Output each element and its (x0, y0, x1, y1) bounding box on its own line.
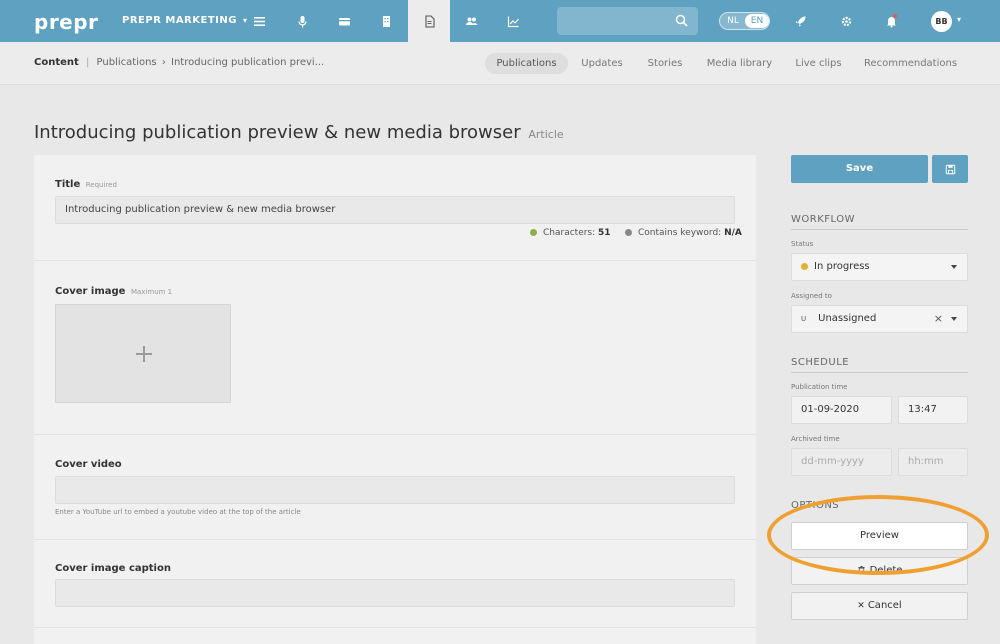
lang-nl-option[interactable]: NL (721, 15, 745, 27)
cancel-label: Cancel (867, 600, 902, 611)
preview-button[interactable]: Preview (791, 522, 968, 550)
archived-time-input[interactable]: hh:mm (898, 448, 968, 476)
close-icon: ✕ (857, 601, 865, 611)
nav-microphone-icon[interactable] (281, 0, 323, 42)
nav-document-icon[interactable] (408, 0, 450, 42)
publication-date-input[interactable]: 01-09-2020 (791, 396, 892, 424)
content-type-label: Article (528, 128, 564, 141)
assignee-value: Unassigned (818, 313, 877, 324)
archived-date-input[interactable]: dd-mm-yyyy (791, 448, 892, 476)
tab-updates[interactable]: Updates (576, 53, 628, 74)
clear-icon[interactable]: × (934, 306, 943, 332)
status-dot (801, 263, 808, 270)
keyword-status-dot (625, 229, 632, 236)
characters-value: 51 (598, 228, 611, 238)
characters-label: Characters: (543, 228, 596, 238)
breadcrumb-current: Introducing publication previ... (171, 57, 325, 68)
characters-status-dot (530, 229, 537, 236)
publication-time-input[interactable]: 13:47 (898, 396, 968, 424)
top-navigation: prepr PREPR MARKETING ▾ NL EN BB ▾ (0, 0, 1000, 42)
breadcrumb-root[interactable]: Content (34, 57, 79, 68)
tab-live-clips[interactable]: Live clips (791, 53, 846, 74)
maximum-hint: Maximum 1 (130, 288, 173, 296)
chevron-down-icon[interactable]: ▾ (957, 15, 961, 24)
environment-selector[interactable]: PREPR MARKETING ▾ (122, 15, 247, 26)
bell-icon[interactable] (870, 0, 912, 42)
status-label: Status (791, 240, 814, 248)
assignee-select[interactable]: U Unassigned × (791, 305, 968, 333)
title-label-text: Title (55, 179, 81, 190)
nav-users-icon[interactable] (450, 0, 492, 42)
lang-en-option[interactable]: EN (745, 14, 769, 28)
tab-publications[interactable]: Publications (485, 53, 568, 74)
cover-video-input[interactable] (55, 476, 735, 504)
user-initial-badge: U (801, 315, 807, 323)
environment-name: PREPR MARKETING (122, 15, 237, 26)
status-select[interactable]: In progress (791, 253, 968, 281)
cancel-button[interactable]: ✕ Cancel (791, 592, 968, 620)
cover-video-help: Enter a YouTube url to embed a youtube v… (55, 508, 301, 516)
cover-image-upload[interactable] (55, 304, 231, 403)
cover-caption-label: Cover image caption (55, 563, 171, 574)
tab-media-library[interactable]: Media library (702, 53, 777, 74)
nav-chart-icon[interactable] (492, 0, 534, 42)
save-button[interactable]: Save (791, 155, 928, 183)
caret-down-icon (951, 265, 957, 269)
cover-caption-input[interactable] (55, 579, 735, 607)
assigned-label: Assigned to (791, 292, 832, 300)
nav-card-icon[interactable] (323, 0, 365, 42)
delete-label: Delete (869, 565, 903, 576)
publication-time-label: Publication time (791, 383, 848, 391)
page-title: Introducing publication preview & new me… (34, 122, 564, 143)
breadcrumb-separator: › (161, 57, 166, 68)
tab-stories[interactable]: Stories (643, 53, 687, 74)
plus-icon (136, 346, 152, 362)
gear-icon[interactable] (825, 0, 867, 42)
breadcrumb: Content | Publications › Introducing pub… (34, 57, 324, 68)
breadcrumb-parent[interactable]: Publications (97, 57, 157, 68)
breadcrumb-separator: | (85, 57, 90, 68)
language-toggle[interactable]: NL EN (719, 12, 770, 30)
nav-list-icon[interactable] (238, 0, 280, 42)
cover-image-label-text: Cover image (55, 286, 126, 297)
avatar[interactable]: BB (931, 11, 952, 32)
keyword-label: Contains keyword: (638, 228, 722, 238)
prepr-logo[interactable]: prepr (34, 10, 98, 34)
title-input[interactable]: Introducing publication preview & new me… (55, 196, 735, 224)
delete-button[interactable]: Delete (791, 557, 968, 585)
trash-icon (857, 566, 865, 574)
options-heading: OPTIONS (791, 500, 840, 511)
cover-image-label: Cover image Maximum 1 (55, 286, 172, 297)
search-icon (675, 14, 688, 27)
rocket-icon[interactable] (779, 0, 821, 42)
save-draft-button[interactable] (932, 155, 968, 183)
floppy-icon (945, 164, 955, 174)
keyword-indicator: Contains keyword: N/A (625, 228, 742, 238)
title-section: Title Required Introducing publication p… (34, 155, 756, 261)
tab-recommendations[interactable]: Recommendations (860, 53, 961, 74)
nav-building-icon[interactable] (365, 0, 407, 42)
editor-panel: Title Required Introducing publication p… (34, 155, 756, 644)
cover-caption-section: Cover image caption (34, 540, 756, 628)
sub-navigation: Content | Publications › Introducing pub… (0, 42, 1000, 85)
search-input[interactable] (557, 7, 698, 35)
cover-video-section: Cover video Enter a YouTube url to embed… (34, 435, 756, 540)
status-value: In progress (814, 261, 870, 272)
characters-counter: Characters: 51 (530, 228, 611, 238)
archived-time-label: Archived time (791, 435, 840, 443)
caret-down-icon (951, 317, 957, 321)
required-hint: Required (85, 181, 117, 189)
page-title-text: Introducing publication preview & new me… (34, 122, 521, 143)
title-label: Title Required (55, 179, 117, 190)
cover-video-label: Cover video (55, 459, 122, 470)
notification-dot (893, 14, 897, 18)
schedule-heading: SCHEDULE (791, 357, 968, 373)
keyword-value: N/A (724, 228, 742, 238)
workflow-heading: WORKFLOW (791, 214, 968, 230)
